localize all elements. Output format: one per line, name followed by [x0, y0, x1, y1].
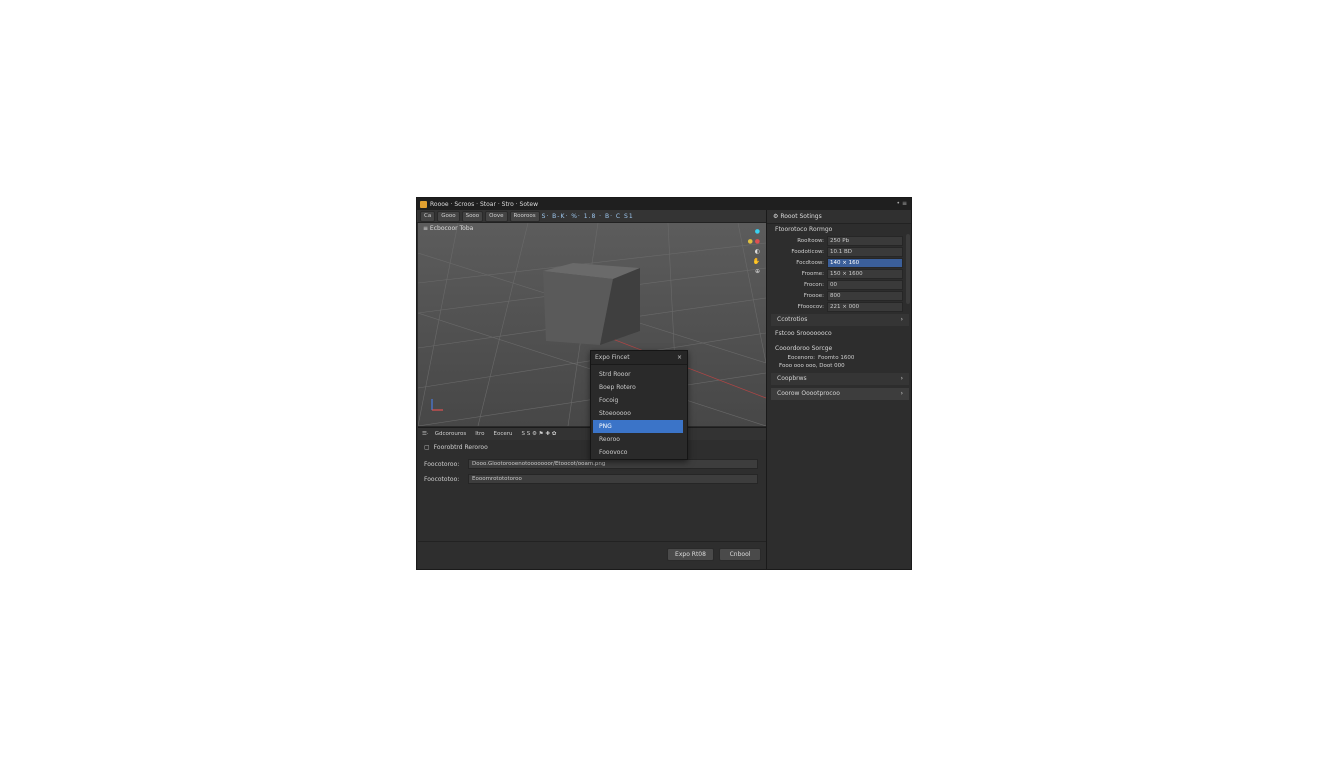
format-popup-header: Expo Fincet ×	[591, 351, 687, 365]
window-title: Roooe · Scroos · Stoar · Stro · Sotew	[430, 200, 538, 208]
divider	[418, 541, 766, 542]
property-row-3: Froome: 150 × 1600	[767, 268, 911, 279]
property-row-2: Focdtoow: 140 × 160	[767, 257, 911, 268]
property-label: Froome:	[801, 270, 824, 277]
gizmo-z-icon[interactable]: ●	[755, 228, 760, 235]
property-value[interactable]: 250 Pb	[827, 235, 903, 246]
property-value[interactable]: 221 × 000	[827, 301, 903, 312]
gizmo-x-icon[interactable]: ●	[755, 238, 760, 245]
section-title: Foorobtrd Reroroo	[433, 444, 488, 451]
toolbar-icons[interactable]: S· B-K· %· 1.8 · B· C S1	[542, 213, 634, 220]
tab-1[interactable]: Itro	[472, 431, 487, 437]
property-label: Frocon:	[804, 281, 824, 288]
format-option[interactable]: Focoig	[591, 394, 687, 407]
property-value[interactable]: 00	[827, 279, 903, 290]
menu-item-3[interactable]: Rooroos	[509, 210, 540, 222]
menu-item-2[interactable]: Oove	[485, 210, 508, 222]
format-option[interactable]: Stoeooooo	[591, 407, 687, 420]
panel-scrollbar[interactable]	[906, 234, 910, 304]
cancel-button[interactable]: Cnbool	[719, 548, 761, 561]
close-icon[interactable]: ×	[677, 351, 682, 364]
chevron-icon[interactable]: ›	[901, 314, 903, 326]
property-row-5: Froooe: 800	[767, 290, 911, 301]
tab-2[interactable]: Eoceru	[491, 431, 516, 437]
filepath-input[interactable]: Dooo.Glootorooenotooooooor/Etoocot/ooam.…	[468, 459, 758, 469]
render-settings-title: Rooot Sotings	[780, 213, 822, 220]
format-label: Foocototoo:	[424, 475, 460, 483]
chevron-icon[interactable]: ›	[901, 373, 903, 385]
property-label: Froooe:	[803, 292, 824, 299]
property-label: Focdtoow:	[796, 259, 824, 266]
property-value[interactable]: 800	[827, 290, 903, 301]
format-option[interactable]: Fooovoco	[591, 446, 687, 459]
app-icon	[420, 200, 427, 208]
sub-property-note: Fooo ooo ooo, Doot 000	[779, 363, 845, 369]
collapsible-section-layers[interactable]: Coopbrws ›	[771, 373, 909, 385]
property-row-6: Ffooocov: 221 × 000	[767, 301, 911, 312]
axis-indicator-icon	[431, 399, 443, 411]
viewport-label: ≡ Ecbocoor Toba	[423, 225, 474, 232]
menu-item-0[interactable]: Gooo	[437, 210, 460, 222]
section-checkbox[interactable]: ▢	[424, 444, 430, 451]
menu-item-1[interactable]: Sooo	[461, 210, 484, 222]
property-label: Ffooocov:	[797, 303, 824, 310]
sub-property-value[interactable]: Foomto 1600	[818, 355, 854, 361]
section-header: ▢ Foorobtrd Reroroo	[424, 444, 488, 451]
sub-property-row: Eocenoro: Foomto 1600	[767, 354, 911, 362]
format-row: Foocototoo: Eooomrotototoroo	[424, 474, 758, 484]
collapsible-section-output[interactable]: Coorow Ooootprocoo ›	[771, 388, 909, 400]
render-settings-panel: ⚙ Rooot Sotings Ftoorotoco Rormgo Roolto…	[766, 210, 911, 569]
sub-property-label: Eocenoro:	[787, 355, 815, 361]
collapsible-section-controls[interactable]: Ccotrotios ›	[771, 314, 909, 326]
property-row-0: Rooltoow: 250 Pb	[767, 235, 911, 246]
format-popup-title: Expo Fincet	[595, 354, 630, 361]
pan-hand-icon[interactable]: ✋	[753, 258, 760, 265]
viewport-toolbar: Ca Gooo Sooo Oove Rooroos S· B-K· %· 1.8…	[417, 210, 766, 223]
window-controls[interactable]: • ≡	[897, 200, 907, 207]
property-row-4: Frocon: 00	[767, 279, 911, 290]
format-popup: Expo Fincet × Strd Rooor Boep Rotero Foc…	[590, 350, 688, 460]
format-option[interactable]: Boep Rotero	[591, 381, 687, 394]
property-value[interactable]: 10.1 BD	[827, 246, 903, 257]
section-title: Cooordoroo Sorcge	[775, 345, 833, 352]
tool-icons[interactable]: S S ⚙ ⚑ ✚ ✿	[519, 431, 560, 437]
format-input[interactable]: Eooomrotototoroo	[468, 474, 758, 484]
format-option[interactable]: Reoroo	[591, 433, 687, 446]
section-title: Fstcoo Srooooooco	[775, 330, 832, 337]
settings-icon: ⚙	[773, 213, 779, 220]
tab-0[interactable]: Gdcorouros	[432, 431, 470, 437]
property-label: Rooltoow:	[797, 237, 824, 244]
format-option-selected[interactable]: PNG	[593, 420, 683, 433]
property-label: Foodoticow:	[791, 248, 824, 255]
filepath-label: Foocotoroo:	[424, 460, 460, 468]
title-bar: Roooe · Scroos · Stoar · Stro · Sotew • …	[417, 198, 911, 210]
panel-menu-icon[interactable]: ☰·	[422, 431, 429, 437]
chevron-icon[interactable]: ›	[901, 388, 903, 400]
property-value[interactable]: 150 × 1600	[827, 268, 903, 279]
filepath-row: Foocotoroo: Dooo.Glootorooenotooooooor/E…	[424, 459, 758, 469]
property-value-selected[interactable]: 140 × 160	[827, 257, 903, 268]
render-settings-header: ⚙ Rooot Sotings	[767, 210, 911, 224]
mode-selector[interactable]: Ca	[420, 210, 436, 222]
resolution-section-title: Ftoorotoco Rormgo	[775, 226, 833, 233]
camera-icon[interactable]: ◐	[755, 248, 760, 255]
navigation-gizmo[interactable]: ● ● ● ◐ ✋ ⊕	[748, 227, 760, 277]
gizmo-y-icon[interactable]: ●	[748, 238, 753, 245]
property-row-1: Foodoticow: 10.1 BD	[767, 246, 911, 257]
zoom-icon[interactable]: ⊕	[755, 268, 760, 275]
format-option[interactable]: Strd Rooor	[591, 368, 687, 381]
export-button[interactable]: Expo Rt08	[667, 548, 714, 561]
